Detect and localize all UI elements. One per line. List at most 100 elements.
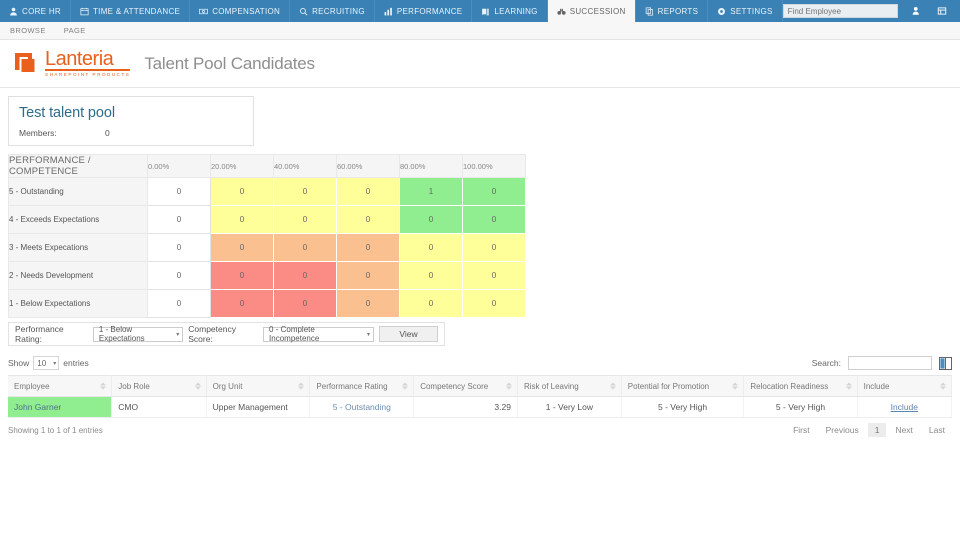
matrix-cell-r3-c1[interactable]: 0: [148, 234, 211, 262]
matrix-cell-r2-c6[interactable]: 0: [463, 206, 526, 234]
nav-item-succession[interactable]: SUCCESSION: [548, 0, 636, 22]
sort-arrows-icon[interactable]: [298, 383, 304, 390]
matrix-cell-r5-c3[interactable]: 0: [274, 290, 337, 318]
sort-arrows-icon[interactable]: [732, 383, 738, 390]
money-icon: [199, 7, 208, 16]
pagination-first[interactable]: First: [786, 423, 817, 437]
matrix-cell-r1-c4[interactable]: 0: [337, 178, 400, 206]
sort-arrows-icon[interactable]: [100, 383, 106, 390]
matrix-cell-r3-c5[interactable]: 0: [400, 234, 463, 262]
nav-item-label: RECRUITING: [312, 7, 365, 16]
sort-arrows-icon[interactable]: [610, 383, 616, 390]
ribbon-tab-bar: BROWSE PAGE: [0, 22, 960, 40]
matrix-cell-r1-c6[interactable]: 0: [463, 178, 526, 206]
performance-rating-link[interactable]: 5 - Outstanding: [333, 402, 391, 412]
pagination-next[interactable]: Next: [888, 423, 919, 437]
sort-arrows-icon[interactable]: [846, 383, 852, 390]
pagination-last[interactable]: Last: [922, 423, 952, 437]
matrix-cell-r5-c5[interactable]: 0: [400, 290, 463, 318]
nav-item-recruiting[interactable]: RECRUITING: [290, 0, 375, 22]
ribbon-tab-browse[interactable]: BROWSE: [10, 26, 46, 35]
column-header-competency-score[interactable]: Competency Score: [414, 376, 518, 397]
search-input[interactable]: [848, 356, 932, 370]
page-title: Talent Pool Candidates: [144, 54, 314, 74]
main-content: Test talent pool Members: 0 PERFORMANCE …: [0, 88, 960, 437]
matrix-cell-r4-c5[interactable]: 0: [400, 262, 463, 290]
top-navigation-bar: CORE HR TIME & ATTENDANCE COMPENSATION RECR…: [0, 0, 960, 22]
matrix-cell-r2-c3[interactable]: 0: [274, 206, 337, 234]
matrix-cell-r2-c4[interactable]: 0: [337, 206, 400, 234]
matrix-cell-r3-c3[interactable]: 0: [274, 234, 337, 262]
matrix-cell-r1-c2[interactable]: 0: [211, 178, 274, 206]
person-add-icon[interactable]: [912, 6, 923, 17]
matrix-cell-r1-c1[interactable]: 0: [148, 178, 211, 206]
matrix-cell-r3-c6[interactable]: 0: [463, 234, 526, 262]
pagination-page-1[interactable]: 1: [868, 423, 887, 437]
nav-item-reports[interactable]: REPORTS: [636, 0, 709, 22]
matrix-cell-r4-c4[interactable]: 0: [337, 262, 400, 290]
logo-word: Lanteria: [45, 50, 130, 71]
performance-rating-select[interactable]: 1 - Below Expectations ▾: [93, 327, 183, 342]
sort-arrows-icon[interactable]: [940, 383, 946, 390]
candidates-table: EmployeeJob RoleOrg UnitPerformance Rati…: [8, 375, 952, 418]
matrix-cell-r2-c2[interactable]: 0: [211, 206, 274, 234]
nav-item-time-attendance[interactable]: TIME & ATTENDANCE: [71, 0, 190, 22]
cell-include[interactable]: Include: [857, 397, 951, 418]
matrix-column-header-4: 80.00%: [400, 155, 463, 178]
list-icon[interactable]: [937, 6, 948, 17]
nav-item-label: REPORTS: [658, 7, 699, 16]
column-header-job-role[interactable]: Job Role: [112, 376, 206, 397]
pagination-previous[interactable]: Previous: [819, 423, 866, 437]
matrix-cell-r4-c3[interactable]: 0: [274, 262, 337, 290]
nav-item-performance[interactable]: PERFORMANCE: [375, 0, 473, 22]
matrix-cell-r4-c6[interactable]: 0: [463, 262, 526, 290]
employee-link[interactable]: John Garner: [14, 402, 61, 412]
matrix-cell-r2-c1[interactable]: 0: [148, 206, 211, 234]
column-header-label: Competency Score: [420, 382, 488, 391]
competency-score-select[interactable]: 0 - Complete Incompetence ▾: [263, 327, 374, 342]
column-header-relocation-readiness[interactable]: Relocation Readiness: [744, 376, 857, 397]
matrix-cell-r5-c1[interactable]: 0: [148, 290, 211, 318]
pagination: First Previous 1 Next Last: [786, 423, 952, 437]
matrix-cell-r3-c2[interactable]: 0: [211, 234, 274, 262]
matrix-cell-r3-c4[interactable]: 0: [337, 234, 400, 262]
cell-job-role: CMO: [112, 397, 206, 418]
entries-per-page-select[interactable]: 10 ▾: [33, 356, 59, 370]
matrix-cell-r4-c2[interactable]: 0: [211, 262, 274, 290]
matrix-cell-r1-c3[interactable]: 0: [274, 178, 337, 206]
matrix-cell-r4-c1[interactable]: 0: [148, 262, 211, 290]
ribbon-tab-page[interactable]: PAGE: [64, 26, 86, 35]
matrix-row-label: 1 - Below Expectations: [9, 290, 148, 318]
nav-item-label: CORE HR: [22, 7, 61, 16]
cell-competency-score: 3.29: [414, 397, 518, 418]
column-header-employee[interactable]: Employee: [8, 376, 112, 397]
find-employee-input[interactable]: [783, 4, 898, 18]
column-header-org-unit[interactable]: Org Unit: [206, 376, 310, 397]
sort-arrows-icon[interactable]: [195, 383, 201, 390]
matrix-cell-r5-c6[interactable]: 0: [463, 290, 526, 318]
column-visibility-icon[interactable]: [939, 357, 952, 370]
column-header-potential-for-promotion[interactable]: Potential for Promotion: [621, 376, 744, 397]
cell-performance-rating[interactable]: 5 - Outstanding: [310, 397, 414, 418]
cell-relocation-readiness: 5 - Very High: [744, 397, 857, 418]
matrix-cell-r2-c5[interactable]: 0: [400, 206, 463, 234]
nav-item-compensation[interactable]: COMPENSATION: [190, 0, 290, 22]
column-header-include[interactable]: Include: [857, 376, 951, 397]
include-link[interactable]: Include: [891, 402, 918, 412]
cell-employee[interactable]: John Garner: [8, 397, 112, 418]
bar-chart-icon: [384, 7, 393, 16]
sort-arrows-icon[interactable]: [402, 383, 408, 390]
column-header-performance-rating[interactable]: Performance Rating: [310, 376, 414, 397]
matrix-cell-r5-c4[interactable]: 0: [337, 290, 400, 318]
performance-rating-value: 1 - Below Expectations: [99, 325, 172, 343]
nav-item-core-hr[interactable]: CORE HR: [0, 0, 71, 22]
view-button[interactable]: View: [379, 326, 438, 342]
column-header-risk-of-leaving[interactable]: Risk of Leaving: [517, 376, 621, 397]
matrix-cell-r5-c2[interactable]: 0: [211, 290, 274, 318]
matrix-cell-r1-c5[interactable]: 1: [400, 178, 463, 206]
nav-item-label: SETTINGS: [730, 7, 772, 16]
nav-item-learning[interactable]: LEARNING: [472, 0, 547, 22]
nav-item-settings[interactable]: SETTINGS: [708, 0, 782, 22]
nav-item-label: COMPENSATION: [212, 7, 280, 16]
sort-arrows-icon[interactable]: [506, 383, 512, 390]
